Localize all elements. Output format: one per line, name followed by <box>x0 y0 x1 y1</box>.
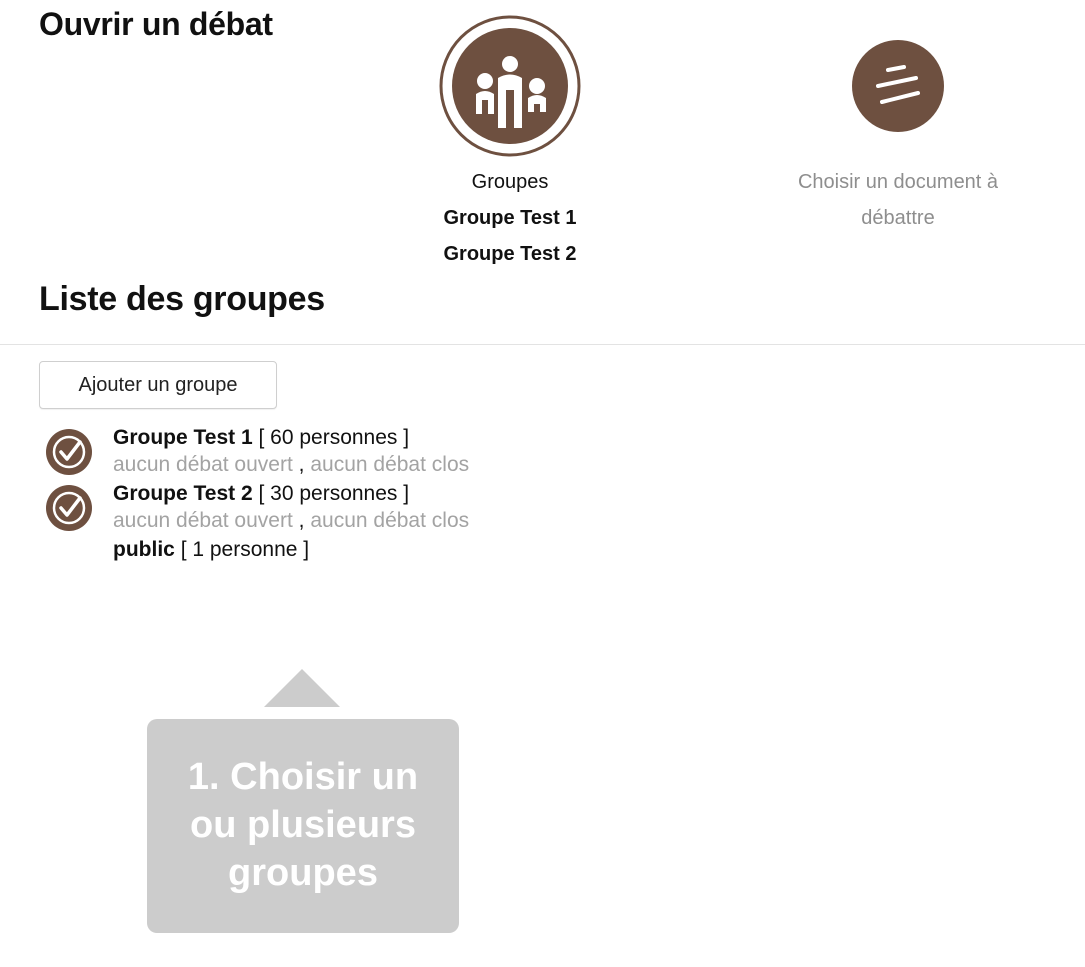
group-count: [ 30 personnes ] <box>258 482 410 505</box>
selected-group-name: Groupe Test 2 <box>443 243 577 265</box>
step-document[interactable]: Choisir un document à débattre <box>758 14 1038 236</box>
tooltip-line: groupes <box>228 852 378 894</box>
group-count: [ 60 personnes ] <box>258 426 410 449</box>
checkmark-icon[interactable] <box>45 428 93 476</box>
open-debates-status: aucun débat ouvert <box>113 453 293 476</box>
add-group-button[interactable]: Ajouter un groupe <box>39 361 277 409</box>
step-groups-label: Groupes <box>471 171 549 193</box>
step-groups[interactable]: Groupes Groupe Test 1 Groupe Test 2 <box>410 14 610 272</box>
group-list: Groupe Test 1 [ 60 personnes ] aucun déb… <box>45 424 645 570</box>
section-title: Liste des groupes <box>39 280 325 318</box>
tooltip-arrow <box>264 669 340 707</box>
step-document-label-line1: Choisir un document à <box>797 171 999 193</box>
tooltip-line: ou plusieurs <box>190 804 416 846</box>
group-item[interactable]: Groupe Test 1 [ 60 personnes ] aucun déb… <box>45 424 645 480</box>
page-title: Ouvrir un débat <box>39 6 273 42</box>
closed-debates-status: aucun débat clos <box>310 453 470 476</box>
tooltip-line: 1. Choisir un <box>187 756 419 798</box>
instruction-tooltip: 1. Choisir un ou plusieurs groupes <box>147 719 459 933</box>
divider <box>0 344 1085 345</box>
group-name[interactable]: Groupe Test 2 <box>113 482 253 505</box>
status-separator: , <box>298 453 305 476</box>
group-name[interactable]: Groupe Test 1 <box>113 426 253 449</box>
closed-debates-status: aucun débat clos <box>310 509 470 532</box>
group-item[interactable]: public [ 1 personne ] <box>45 536 645 570</box>
group-count: [ 1 personne ] <box>180 538 310 561</box>
group-name[interactable]: public <box>113 538 175 561</box>
checkmark-icon[interactable] <box>45 484 93 532</box>
group-item[interactable]: Groupe Test 2 [ 30 personnes ] aucun déb… <box>45 480 645 536</box>
document-lines-icon[interactable] <box>826 14 970 158</box>
people-circle-icon[interactable] <box>438 14 582 158</box>
selected-group-name: Groupe Test 1 <box>443 207 577 229</box>
step-document-label-line2: débattre <box>861 207 935 229</box>
step-document-label: Choisir un document à débattre <box>758 164 1038 236</box>
open-debates-status: aucun débat ouvert <box>113 509 293 532</box>
status-separator: , <box>298 509 305 532</box>
